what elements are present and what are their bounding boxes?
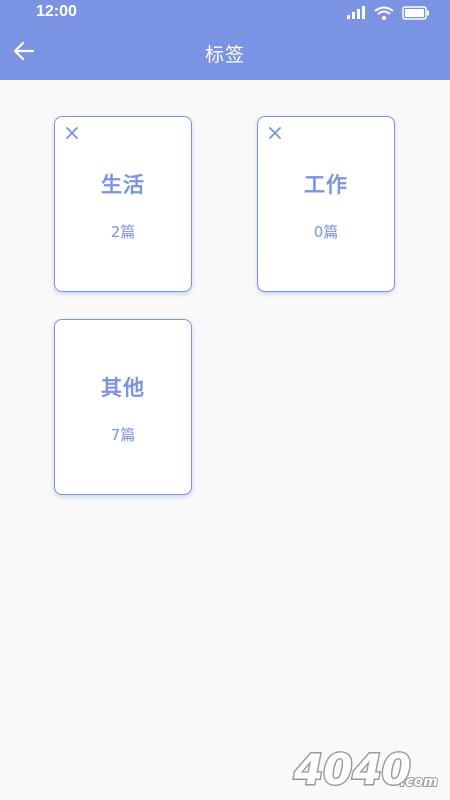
tag-card-life[interactable]: 生活 2篇 <box>54 116 192 292</box>
svg-text:4040: 4040 <box>293 745 411 794</box>
tag-card-work[interactable]: 工作 0篇 <box>257 116 395 292</box>
tag-grid: 生活 2篇 工作 0篇 其他 7篇 <box>0 80 450 800</box>
tag-name: 工作 <box>304 173 348 197</box>
wifi-icon <box>374 5 394 24</box>
page-title: 标签 <box>204 44 245 66</box>
signal-icon <box>346 5 366 24</box>
tag-count: 0篇 <box>313 223 339 241</box>
tag-count: 7篇 <box>110 426 136 444</box>
svg-text:.com: .com <box>400 774 438 790</box>
delete-tag-button[interactable] <box>266 125 284 143</box>
tag-card-other[interactable]: 其他 7篇 <box>54 319 192 495</box>
tag-name: 生活 <box>101 173 145 197</box>
tag-name: 其他 <box>101 376 145 400</box>
close-icon <box>268 125 282 144</box>
battery-icon <box>402 5 430 24</box>
close-icon <box>65 125 79 144</box>
status-icons <box>346 5 430 24</box>
tag-count: 2篇 <box>110 223 136 241</box>
watermark-logo: 4040 4040 .com <box>292 740 442 796</box>
delete-tag-button[interactable] <box>63 125 81 143</box>
app-bar: 标签 <box>0 26 450 80</box>
status-bar: 12:00 <box>0 0 450 26</box>
status-time: 12:00 <box>36 3 77 20</box>
